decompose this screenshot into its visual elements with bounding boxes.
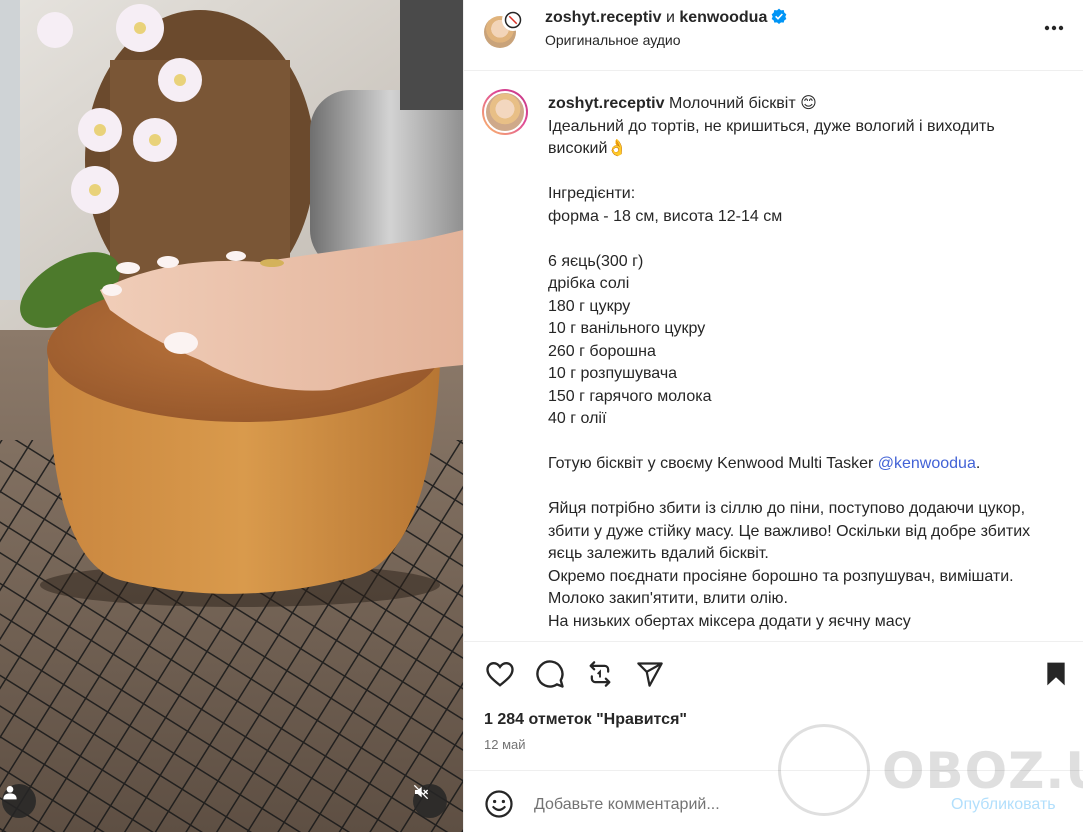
like-button[interactable] (484, 658, 516, 690)
mute-audio-button[interactable] (413, 784, 447, 818)
collab-avatar[interactable] (502, 9, 524, 31)
caption-text: zoshyt.receptiv Молочний бісквіт 😊 Ідеал… (548, 93, 1058, 633)
user-icon (3, 786, 17, 800)
repost-button[interactable] (584, 658, 616, 690)
send-icon (637, 662, 663, 687)
cake-photo-image (0, 0, 463, 832)
emoji-picker-button[interactable] (484, 789, 514, 819)
repost-icon (589, 661, 611, 687)
ellipsis-icon (1044, 25, 1064, 31)
post-header: zoshyt.receptiv и kenwoodua Оригинальное… (464, 0, 1083, 71)
collaborator-username-link[interactable]: kenwoodua (679, 9, 767, 26)
publish-comment-button[interactable]: Опубликовать (951, 796, 1056, 814)
post-date[interactable]: 12 май (484, 737, 526, 752)
post-actions-bar (464, 641, 1083, 711)
kenwood-logo-icon (504, 11, 522, 29)
caption-author-avatar[interactable] (482, 89, 528, 135)
author-username-link[interactable]: zoshyt.receptiv (545, 9, 661, 26)
likes-count-link[interactable]: 1 284 отметок "Нравится" (484, 711, 687, 729)
audio-label-link[interactable]: Оригинальное аудио (545, 32, 681, 48)
caption-username-link[interactable]: zoshyt.receptiv (548, 95, 664, 112)
mention-link[interactable]: @kenwoodua (878, 455, 976, 472)
share-button[interactable] (634, 658, 666, 690)
post-media-photo[interactable] (0, 0, 463, 832)
post-details-panel: zoshyt.receptiv и kenwoodua Оригинальное… (463, 0, 1083, 832)
smiley-icon (485, 790, 513, 818)
save-button[interactable] (1040, 658, 1072, 690)
post-authors: zoshyt.receptiv и kenwoodua (545, 8, 787, 28)
comment-form: Опубликовать (464, 770, 1083, 832)
speaker-muted-icon (413, 784, 429, 800)
caption-title: Молочний бісквіт 😊 (668, 95, 817, 112)
tagged-users-button[interactable] (2, 784, 36, 818)
caption-body: Ідеальний до тортів, не кришиться, дуже … (548, 117, 995, 473)
comment-icon (536, 660, 564, 688)
comment-input[interactable] (534, 793, 934, 817)
more-options-button[interactable] (1042, 18, 1066, 38)
bookmark-icon (1047, 662, 1065, 686)
verified-badge-icon (772, 8, 787, 24)
authors-conjunction: и (665, 9, 675, 26)
heart-icon (486, 661, 514, 687)
post-caption: zoshyt.receptiv Молочний бісквіт 😊 Ідеал… (464, 72, 1083, 641)
comment-button[interactable] (534, 658, 566, 690)
caption-body-continued: . Яйця потрібно збити із сіллю до піни, … (548, 455, 1031, 630)
